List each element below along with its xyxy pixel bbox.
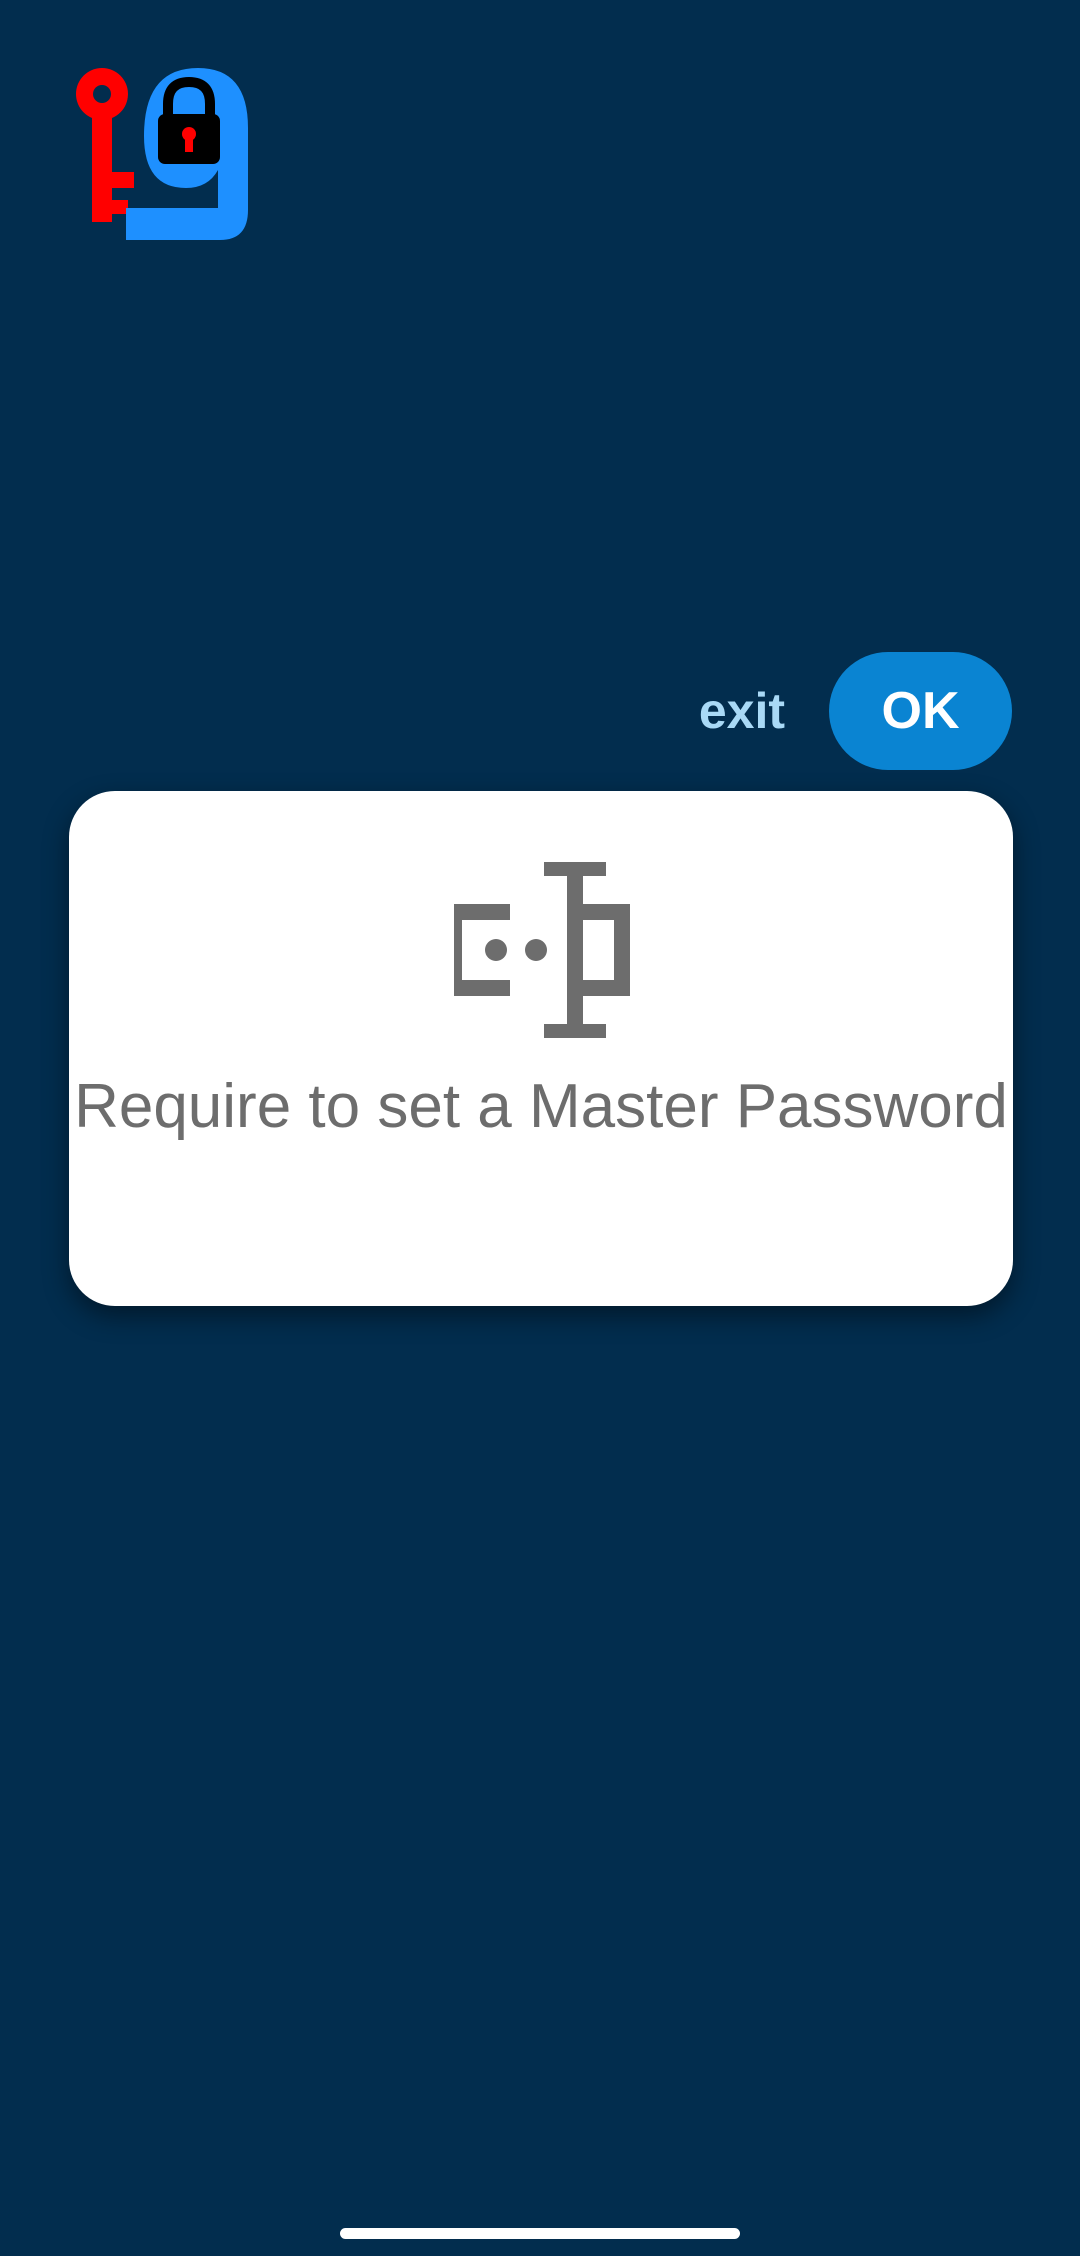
password-field-icon: [454, 862, 630, 1038]
ok-button[interactable]: OK: [829, 652, 1012, 770]
dialog-message: Require to set a Master Password: [74, 1072, 1008, 1141]
home-indicator[interactable]: [340, 2228, 740, 2239]
dialog-actions: exit OK: [699, 652, 1012, 770]
key-padlock-logo-icon: [76, 68, 248, 240]
exit-button[interactable]: exit: [699, 682, 785, 740]
